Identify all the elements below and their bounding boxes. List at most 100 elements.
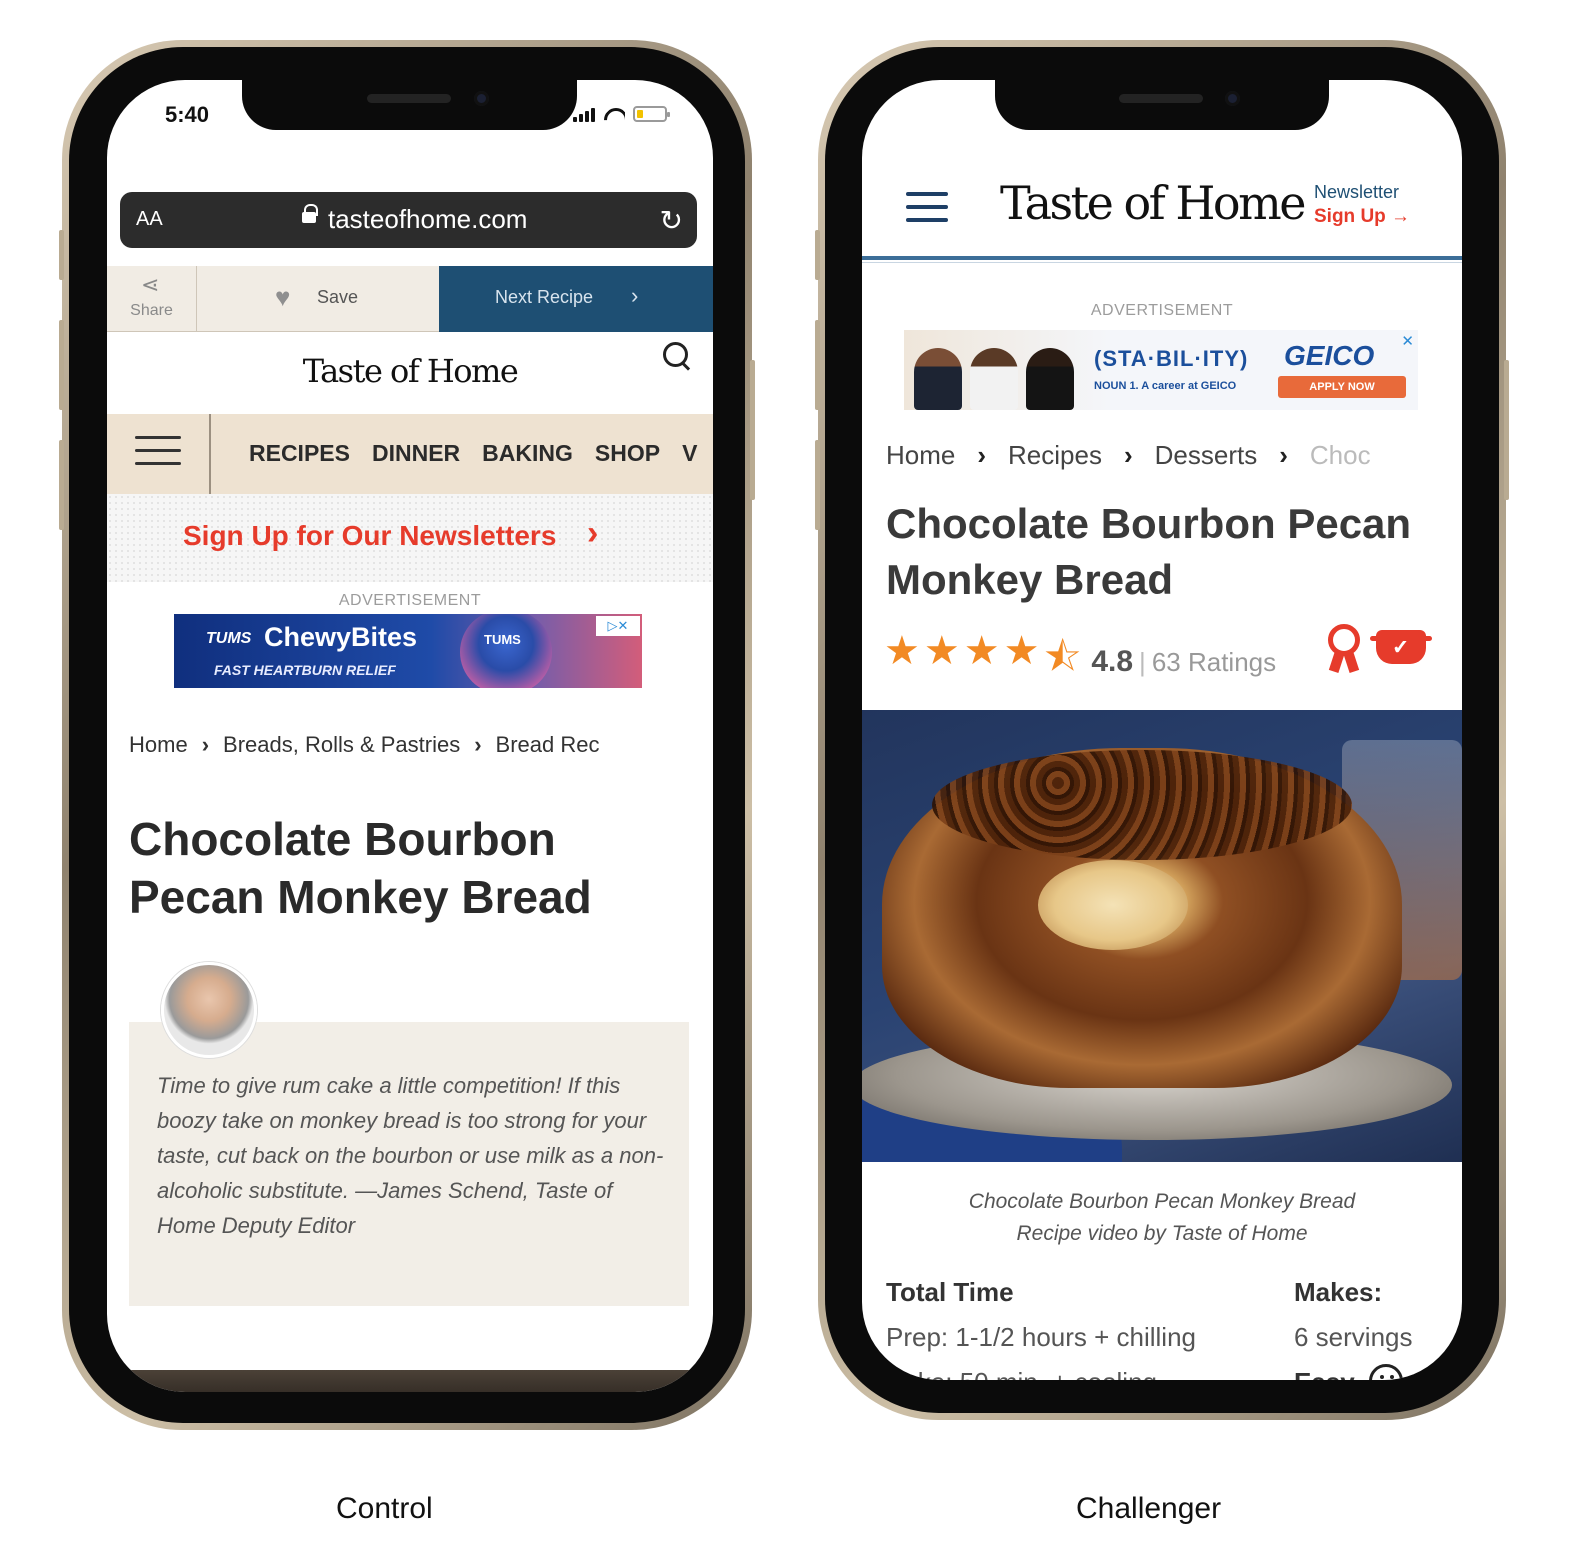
text-size-button[interactable]: AA — [136, 208, 163, 231]
mute-switch — [815, 230, 820, 280]
cooked-it-pot-icon[interactable]: ✓ — [1370, 630, 1432, 664]
nav-item-dinner[interactable]: DINNER — [372, 440, 460, 467]
challenger-screen: Taste of Home Newsletter Sign Up → ADVER… — [862, 80, 1462, 1380]
caption-title: Chocolate Bourbon Pecan Monkey Bread — [968, 1190, 1356, 1213]
makes-label: Makes: — [1294, 1277, 1383, 1307]
browser-address-bar[interactable]: AA tasteofhome.com ↻ — [120, 192, 697, 248]
url-text[interactable]: tasteofhome.com — [328, 204, 527, 235]
difficulty: Easy — [1294, 1367, 1355, 1380]
status-time: 5:40 — [165, 102, 210, 127]
bread-center-image — [1038, 860, 1188, 950]
chevron-right-icon: › — [474, 732, 482, 757]
newsletter-banner[interactable]: Sign Up for Our Newsletters › — [107, 494, 713, 582]
chevron-right-icon: › — [1123, 440, 1133, 470]
share-button[interactable]: ⋖ Share — [107, 266, 197, 332]
chevron-right-icon: › — [587, 514, 599, 552]
prep-time: Prep: 1-1/2 hours + chilling — [886, 1322, 1197, 1352]
rating-count[interactable]: 63 Ratings — [1152, 647, 1276, 678]
volume-down-button — [815, 440, 820, 530]
newsletter-label: Newsletter — [1314, 182, 1400, 202]
save-label: Save — [317, 287, 359, 307]
search-icon[interactable] — [663, 342, 691, 370]
main-nav: RECIPES DINNER BAKING SHOP V — [107, 414, 713, 494]
save-button[interactable]: ♥ Save — [197, 266, 439, 332]
rating-row[interactable]: ★ ★ ★ ★ ⯪ 4.8 | 63 Ratings — [884, 628, 1276, 696]
volume-up-button — [59, 320, 64, 410]
article-action-bar: ⋖ Share ♥ Save Next Recipe › — [107, 266, 713, 332]
ad-close-icon[interactable]: ▷✕ — [596, 616, 640, 636]
share-label: Share — [130, 302, 173, 319]
breadcrumb: Home › Recipes › Desserts › Choc — [886, 440, 1371, 471]
recipe-yield-info: Makes: 6 servings Easy — [1294, 1270, 1413, 1380]
breadcrumb-home[interactable]: Home — [886, 440, 955, 471]
lock-icon — [302, 204, 318, 223]
ad-close-icon[interactable]: ✕ — [1401, 332, 1414, 350]
award-ribbon-icon[interactable] — [1324, 624, 1364, 674]
editor-quote: Time to give rum cake a little competiti… — [157, 1073, 664, 1238]
breadcrumb-subcategory[interactable]: Bread Rec — [496, 732, 600, 758]
next-recipe-button[interactable]: Next Recipe › — [439, 266, 713, 332]
reload-icon[interactable]: ↻ — [660, 204, 683, 237]
nav-items: RECIPES DINNER BAKING SHOP V — [249, 440, 697, 467]
nav-item-more[interactable]: V — [682, 440, 697, 467]
chevron-right-icon: › — [977, 440, 987, 470]
breadcrumb-desserts[interactable]: Desserts — [1155, 440, 1258, 471]
phone-notch — [995, 80, 1329, 130]
jar-label: TUMS — [484, 632, 521, 647]
wifi-icon — [603, 106, 625, 122]
breadcrumb-recipes[interactable]: Recipes — [1008, 440, 1102, 471]
recipe-title: Chocolate Bourbon Pecan Monkey Bread — [886, 500, 1412, 603]
breadcrumb-category[interactable]: Breads, Rolls & Pastries — [223, 732, 460, 758]
chevron-right-icon: › — [201, 732, 210, 757]
recipe-title: Chocolate Bourbon Pecan Monkey Bread — [129, 813, 592, 923]
ad-label: ADVERTISEMENT — [1090, 302, 1234, 319]
nav-item-recipes[interactable]: RECIPES — [249, 440, 350, 467]
chevron-right-icon: › — [631, 283, 639, 308]
breadcrumb-home[interactable]: Home — [129, 732, 188, 758]
share-icon: ⋖ — [141, 272, 160, 297]
site-logo[interactable]: Taste of Home — [1000, 176, 1306, 230]
star-rating: ★ ★ ★ ★ ⯪ — [884, 628, 1081, 696]
video-caption: Chocolate Bourbon Pecan Monkey Bread Rec… — [862, 1186, 1462, 1250]
pecan-topping-image — [932, 750, 1352, 860]
star-half-icon: ⯪ — [1043, 635, 1082, 679]
control-screen: 5:40 AA tasteofhome.com ↻ ⋖ Share ♥ Save… — [107, 80, 713, 1392]
product-jar-image — [460, 614, 552, 688]
recipe-video-thumbnail[interactable] — [862, 710, 1462, 1162]
menu-icon[interactable] — [906, 192, 948, 224]
challenger-label: Challenger — [1076, 1492, 1222, 1525]
power-button — [1504, 360, 1509, 500]
volume-up-button — [815, 320, 820, 410]
author-avatar[interactable] — [161, 962, 257, 1058]
next-recipe-label: Next Recipe — [495, 287, 594, 307]
challenger-phone: Taste of Home Newsletter Sign Up → ADVER… — [815, 40, 1509, 1420]
ad-headline: (STA·BIL·ITY) — [1094, 346, 1249, 371]
breadcrumb: Home › Breads, Rolls & Pastries › Bread … — [129, 732, 600, 758]
nav-divider — [209, 414, 211, 494]
ad-cta-button[interactable]: APPLY NOW — [1278, 376, 1406, 398]
site-logo[interactable]: Taste of Home — [107, 352, 713, 390]
smiley-icon — [1368, 1364, 1403, 1380]
signal-icon — [573, 106, 595, 122]
geico-ad-banner[interactable]: (STA·BIL·ITY) NOUN 1. A career at GEICO … — [904, 330, 1418, 410]
ad-brand: GEICO — [1284, 340, 1375, 371]
nav-item-shop[interactable]: SHOP — [595, 440, 660, 467]
power-button — [750, 360, 755, 500]
chevron-right-icon: › — [1279, 440, 1288, 470]
nav-item-baking[interactable]: BAKING — [482, 440, 573, 467]
recipe-time-info: Total Time Prep: 1-1/2 hours + chilling … — [886, 1270, 1196, 1380]
star-icon: ★ — [963, 629, 1000, 673]
ad-person-image — [914, 348, 962, 410]
rating-value: 4.8 — [1091, 645, 1134, 678]
newsletter-signup-link[interactable]: Sign Up for Our Newsletters — [183, 520, 556, 552]
menu-icon[interactable] — [135, 436, 181, 470]
tums-ad-banner[interactable]: TUMS ChewyBites FAST HEARTBURN RELIEF TU… — [174, 614, 642, 688]
breadcrumb-fade — [647, 720, 713, 768]
header-rule — [862, 256, 1462, 260]
mute-switch — [59, 230, 64, 280]
newsletter-signup-link[interactable]: Sign Up → — [1314, 206, 1410, 228]
breadcrumb-subcategory[interactable]: Choc — [1310, 440, 1371, 471]
star-icon: ★ — [923, 629, 960, 673]
ad-person-image — [1026, 348, 1074, 410]
star-icon: ★ — [1003, 629, 1040, 673]
